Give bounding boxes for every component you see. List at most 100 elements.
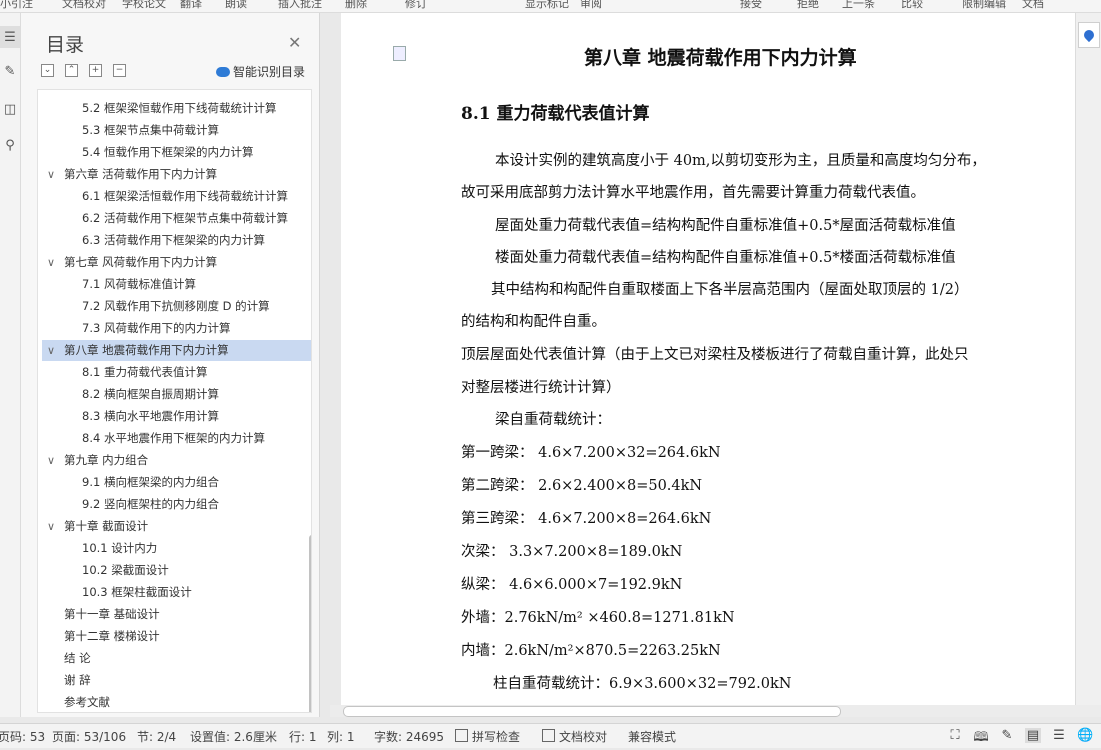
col-indicator[interactable]: 列: 1 (327, 728, 355, 745)
toc-item[interactable]: 10.2 梁截面设计 (42, 560, 311, 581)
toc-item[interactable]: 8.1 重力荷载代表值计算 (42, 362, 311, 383)
document-page[interactable]: 第八章 地震荷载作用下内力计算 8.1 重力荷载代表值计算 本设计实例的建筑高度… (341, 13, 1075, 705)
body-text-line: 梁自重荷载统计： (495, 412, 611, 428)
ribbon-item[interactable]: 接受 (740, 0, 762, 11)
setting-value[interactable]: 设置值: 2.6厘米 (190, 728, 277, 745)
toc-item-label: 第十章 截面设计 (64, 519, 149, 533)
toc-item[interactable]: 9.2 竖向框架柱的内力组合 (42, 494, 311, 515)
outline-icon[interactable]: ☰ (1051, 728, 1067, 743)
ribbon-item[interactable]: 显示标记 (525, 0, 569, 11)
ribbon-item[interactable]: 上一条 (842, 0, 875, 11)
toc-item[interactable]: 参考文献 (42, 692, 311, 712)
location-pin-icon[interactable] (1078, 22, 1100, 48)
expand-up-icon[interactable]: ⌃ (65, 64, 78, 77)
page-code[interactable]: 页码: 53 (0, 728, 45, 745)
toc-item[interactable]: ∨ 第八章 地震荷载作用下内力计算 (42, 340, 311, 361)
bookmark-icon[interactable]: ◫ (0, 98, 20, 120)
toc-item-label: 8.3 横向水平地震作用计算 (82, 409, 219, 423)
smart-toc-button[interactable]: 智能识别目录 (216, 63, 305, 80)
read-mode-icon[interactable]: 🕮 (973, 728, 989, 745)
ribbon-item[interactable]: 限制编辑 (962, 0, 1006, 11)
cloud-icon (216, 67, 230, 77)
toc-item[interactable]: 7.3 风荷载作用下的内力计算 (42, 318, 311, 339)
toc-item-label: 6.2 活荷载作用下框架节点集中荷载计算 (82, 211, 288, 225)
body-text-line: 外墙：2.76kN/m² ×460.8=1271.81kN (461, 610, 735, 626)
toc-item[interactable]: 7.1 风荷载标准值计算 (42, 274, 311, 295)
toc-item[interactable]: 第十一章 基础设计 (42, 604, 311, 625)
ribbon-item[interactable]: 审阅 (580, 0, 602, 11)
toc-item[interactable]: 8.4 水平地震作用下框架的内力计算 (42, 428, 311, 449)
ribbon-item[interactable]: 朗读 (225, 0, 247, 11)
ribbon-item[interactable]: 小引注 (0, 0, 33, 11)
toc-item-label: 10.2 梁截面设计 (82, 563, 169, 577)
toc-item[interactable]: 5.2 框架梁恒载作用下线荷载统计计算 (42, 98, 311, 119)
toc-item[interactable]: 结 论 (42, 648, 311, 669)
toc-item-label: 结 论 (64, 651, 91, 665)
body-text-line: 其中结构和构配件自重取楼面上下各半层高范围内（屋面处取顶层的 1/2） (491, 282, 969, 298)
toc-panel: 目录 ✕ ⌄ ⌃ + − 智能识别目录 5.2 框架梁恒载作用下线荷载统计计算 5… (21, 13, 320, 717)
toc-item[interactable]: 6.2 活荷载作用下框架节点集中荷载计算 (42, 208, 311, 229)
toc-item-label: 参考文献 (64, 695, 110, 709)
ribbon-item[interactable]: 学校论文 (122, 0, 166, 11)
chevron-down-icon[interactable]: ∨ (47, 340, 55, 361)
page-indicator[interactable]: 页面: 53/106 (52, 728, 126, 745)
panel-title: 目录 (46, 34, 85, 56)
toc-item-label: 5.3 框架节点集中荷载计算 (82, 123, 219, 137)
fullscreen-icon[interactable]: ⛶ (947, 728, 963, 743)
toc-list[interactable]: 5.2 框架梁恒载作用下线荷载统计计算 5.3 框架节点集中荷载计算 5.4 恒载作… (37, 89, 312, 713)
toc-item-label: 谢 辞 (64, 673, 91, 687)
toc-item[interactable]: 谢 辞 (42, 670, 311, 691)
ribbon-item[interactable]: 文档校对 (62, 0, 106, 11)
toc-item[interactable]: 8.2 横向框架自振周期计算 (42, 384, 311, 405)
ribbon-item[interactable]: 文档 (1022, 0, 1044, 11)
web-view-icon[interactable]: 🌐 (1077, 728, 1093, 743)
toc-item[interactable]: 6.1 框架梁活恒载作用下线荷载统计计算 (42, 186, 311, 207)
toc-item[interactable]: 5.4 恒载作用下框架梁的内力计算 (42, 142, 311, 163)
toc-item[interactable]: ∨ 第六章 活荷载作用下内力计算 (42, 164, 311, 185)
chevron-down-icon[interactable]: ∨ (47, 516, 55, 537)
ribbon-item[interactable]: 比较 (901, 0, 923, 11)
ribbon-item[interactable]: 修订 (405, 0, 427, 11)
toc-item-label: 第十一章 基础设计 (64, 607, 160, 621)
section-indicator[interactable]: 节: 2/4 (137, 728, 176, 745)
toc-item[interactable]: 10.3 框架柱截面设计 (42, 582, 311, 603)
row-indicator[interactable]: 行: 1 (289, 728, 317, 745)
word-count[interactable]: 字数: 24695 (374, 728, 444, 745)
scrollbar-thumb[interactable] (343, 706, 841, 717)
toc-item[interactable]: 10.1 设计内力 (42, 538, 311, 559)
toc-item[interactable]: 7.2 风载作用下抗侧移刚度 D 的计算 (42, 296, 311, 317)
close-icon[interactable]: ✕ (288, 33, 301, 52)
toc-item[interactable]: 9.1 横向框架梁的内力组合 (42, 472, 311, 493)
toc-item[interactable]: ∨ 第七章 风荷载作用下内力计算 (42, 252, 311, 273)
toc-item[interactable]: ∨ 第九章 内力组合 (42, 450, 311, 471)
chevron-down-icon[interactable]: ∨ (47, 164, 55, 185)
ribbon-item[interactable]: 翻译 (180, 0, 202, 11)
comment-icon[interactable]: ✎ (0, 60, 20, 82)
remove-level-icon[interactable]: − (113, 64, 126, 77)
edit-icon[interactable]: ✎ (999, 728, 1015, 743)
spell-check-button[interactable]: 拼写检查 (455, 728, 520, 745)
body-text-line: 本设计实例的建筑高度小于 40m,以剪切变形为主，且质量和高度均匀分布， (495, 153, 986, 169)
chevron-down-icon[interactable]: ∨ (47, 450, 55, 471)
toc-icon[interactable]: ☰ (0, 26, 20, 48)
page-view-icon[interactable]: ▤ (1025, 728, 1041, 743)
add-level-icon[interactable]: + (89, 64, 102, 77)
toc-item[interactable]: 5.3 框架节点集中荷载计算 (42, 120, 311, 141)
ribbon-item[interactable]: 拒绝 (797, 0, 819, 11)
chevron-down-icon[interactable]: ∨ (47, 252, 55, 273)
ribbon-item[interactable]: 插入批注 (278, 0, 322, 11)
toc-item[interactable]: 8.3 横向水平地震作用计算 (42, 406, 311, 427)
body-text-line: 第三跨梁： 4.6×7.200×8=264.6kN (461, 511, 712, 527)
doc-check-button[interactable]: 文档校对 (542, 728, 607, 745)
collapse-all-icon[interactable]: ⌄ (41, 64, 54, 77)
toc-item-label: 8.2 横向框架自振周期计算 (82, 387, 219, 401)
toc-scrollbar[interactable] (309, 535, 311, 712)
search-icon[interactable]: ⚲ (0, 134, 20, 156)
toc-item[interactable]: 6.3 活荷载作用下框架梁的内力计算 (42, 230, 311, 251)
ribbon-item[interactable]: 删除 (345, 0, 367, 11)
toc-item[interactable]: ∨ 第十章 截面设计 (42, 516, 311, 537)
page-icon[interactable] (393, 46, 406, 61)
toc-item[interactable]: 第十二章 楼梯设计 (42, 626, 311, 647)
toc-item-label: 第十二章 楼梯设计 (64, 629, 160, 643)
body-text-line: 的结构和构配件自重。 (461, 314, 606, 330)
